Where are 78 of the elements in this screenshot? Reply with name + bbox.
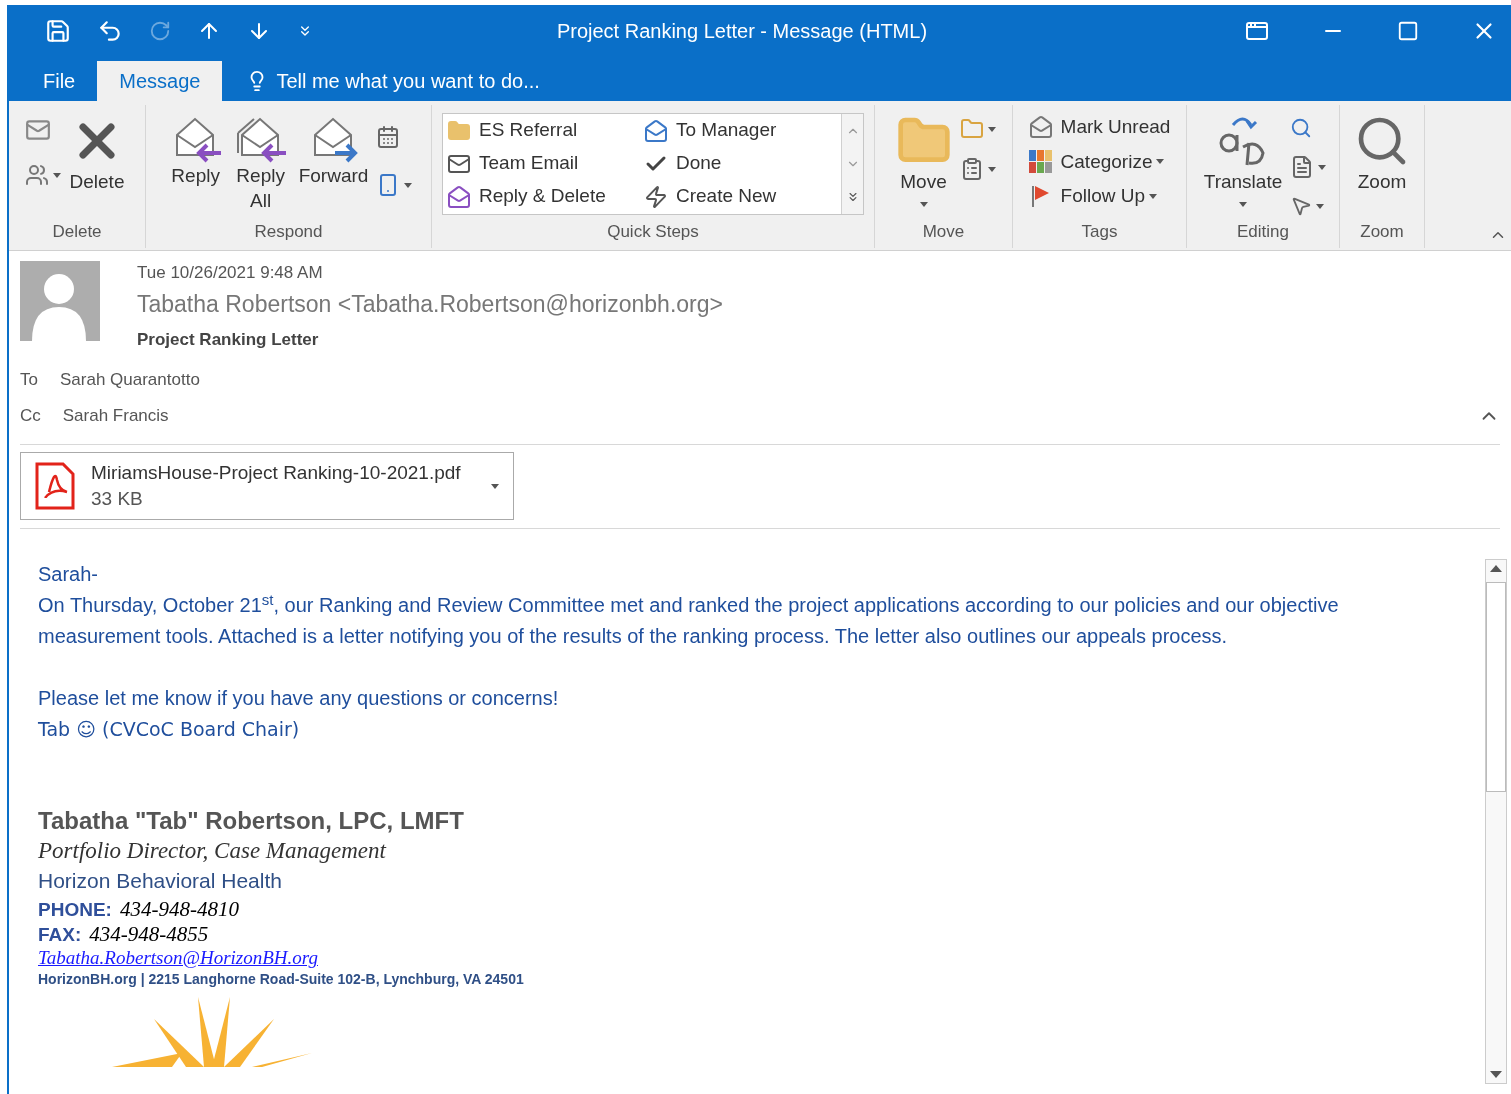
mark-unread-button[interactable]: Mark Unread: [1028, 113, 1171, 142]
quick-step-item[interactable]: ES Referral: [447, 114, 636, 147]
ribbon-button[interactable]: Forward: [294, 113, 373, 188]
ribbon-group-label: Zoom: [1360, 220, 1404, 243]
fax-number: 434-948-4855: [89, 922, 209, 946]
scroll-up-arrow-icon[interactable]: [1490, 564, 1502, 574]
window-title: Project Ranking Letter - Message (HTML): [555, 19, 929, 44]
phone-label: PHONE:: [38, 898, 112, 922]
signature-title: Portfolio Director, Case Management: [38, 837, 388, 865]
dropdown-caret-icon: [1318, 164, 1327, 170]
select-pointer-icon[interactable]: [1290, 195, 1313, 217]
recipient-name: Sarah Quarantotto: [59, 369, 200, 392]
organization-name: Horizon Behavioral Health: [38, 868, 283, 894]
quick-step-item[interactable]: Done: [644, 147, 837, 180]
dropdown-caret-icon: [987, 126, 996, 132]
tell-me-field[interactable]: Tell me what you want to do...: [276, 66, 540, 96]
folder-icon: [447, 118, 471, 143]
sent-date: Tue 10/26/2021 9:48 AM: [137, 262, 324, 284]
ribbon-button[interactable]: Reply All: [230, 113, 291, 213]
forward-envelope-icon: [644, 118, 668, 143]
body-paragraph: On Thursday, October 21$^{st}$, our Ranking and Review Committee met and ranked the project applications according to our policies and our objective measurement tools. Attached is a letter notifying you of the results of the ranking process. The letter also outlines our appeals process.: [38, 590, 1340, 649]
ribbon-display-options-icon[interactable]: [1245, 19, 1269, 43]
quick-step-item[interactable]: Team Email: [447, 147, 636, 180]
undo-icon[interactable]: [97, 18, 123, 44]
save-icon[interactable]: [45, 18, 71, 44]
signature-address: HorizonBH.org | 2215 Langhorne Road-Suite 102-B, Lynchburg, VA 24501: [38, 970, 525, 989]
greeting: Sarah-: [38, 562, 100, 587]
ribbon-button[interactable]: Delete: [65, 113, 129, 194]
ribbon-group-label: Editing: [1237, 220, 1289, 243]
signature-name: Tabatha "Tab" Robertson, LPC, LMFT: [38, 806, 465, 836]
envelope-icon: [1028, 115, 1053, 140]
message-subject: Project Ranking Letter: [137, 329, 320, 351]
ribbon-tab[interactable]: File: [21, 61, 98, 101]
dropdown-caret-icon: [1156, 159, 1165, 165]
quick-step-item[interactable]: Create New: [644, 180, 837, 213]
phone-number: 434-948-4810: [119, 897, 239, 921]
categorize-button[interactable]: Categorize: [1028, 147, 1153, 176]
follow-up-button[interactable]: Follow Up: [1028, 182, 1146, 211]
ribbon-button[interactable]: Translate: [1199, 113, 1287, 207]
attachment-menu-caret-icon: [491, 483, 499, 489]
ribbon-group-label: Respond: [254, 220, 323, 243]
ribbon-tab[interactable]: Message: [97, 61, 223, 101]
ribbon-button[interactable]: Move: [891, 113, 956, 207]
color-grid-icon: [1028, 149, 1053, 174]
dropdown-caret-icon: [404, 182, 413, 188]
dropdown-caret-icon: [1316, 203, 1325, 209]
dropdown-caret-icon: [53, 172, 61, 178]
dropdown-caret-icon: [1149, 193, 1158, 199]
maximize-icon[interactable]: [1397, 20, 1419, 42]
signoff-line: Tab ☺ (CVCoC Board Chair): [38, 717, 301, 742]
fax-label: FAX:: [38, 923, 82, 947]
to-label: To: [20, 369, 38, 392]
ribbon-button[interactable]: Zoom: [1350, 113, 1414, 194]
pdf-file-icon: [35, 462, 75, 510]
attachment-size: 33 KB: [91, 487, 144, 511]
quick-step-item[interactable]: Reply & Delete: [447, 180, 636, 213]
email-link[interactable]: Tabatha.Robertson@HorizonBH.org: [38, 947, 318, 969]
attachment-card[interactable]: MiriamsHouse-Project Ranking-10-2021.pdf 33 KB: [20, 452, 514, 520]
dropdown-caret-icon: [919, 202, 928, 207]
dropdown-caret-icon: [987, 166, 996, 172]
recipient-name: Sarah Francis: [62, 405, 169, 428]
meeting-icon[interactable]: [376, 125, 401, 149]
dropdown-caret-icon: [1239, 202, 1247, 207]
ribbon-group-label: Quick Steps: [607, 220, 699, 243]
ribbon-button[interactable]: Reply: [164, 113, 227, 188]
cc-label: Cc: [20, 405, 41, 428]
vertical-scrollbar[interactable]: [1485, 559, 1507, 1084]
reply-envelope-icon: [447, 184, 471, 209]
ribbon-group-label: Move: [922, 220, 965, 243]
lightning-icon: [644, 184, 668, 209]
quick-step-item[interactable]: To Manager: [644, 114, 837, 147]
ribbon-group-label: Tags: [1081, 220, 1118, 243]
attachment-name: MiriamsHouse-Project Ranking-10-2021.pdf: [91, 461, 462, 485]
sender-name: Tabatha Robertson <Tabatha.Robertson@horizonbh.org>: [137, 290, 723, 319]
closing-line: Please let me know if you have any questions or concerns!: [38, 686, 560, 711]
find-icon[interactable]: [1290, 117, 1313, 139]
ribbon-group-label: Delete: [52, 220, 102, 243]
scroll-down-arrow-icon[interactable]: [1490, 1069, 1502, 1079]
